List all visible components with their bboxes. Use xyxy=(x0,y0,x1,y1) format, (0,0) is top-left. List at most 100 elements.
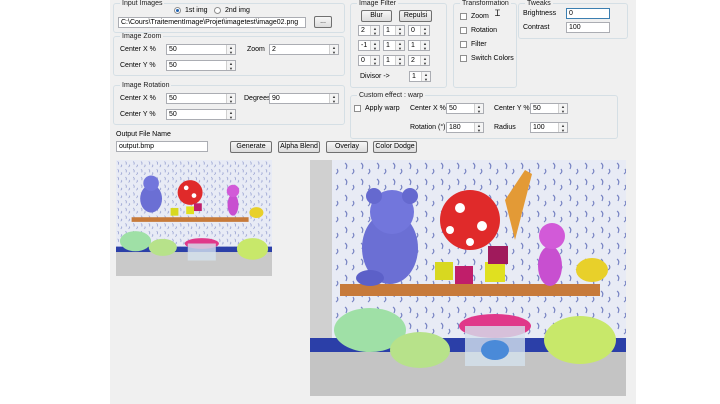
warp-center-y-stepper[interactable]: 50 ▲ ▼ xyxy=(530,103,568,114)
warp-rotation-label: Rotation (°) xyxy=(410,124,446,131)
warp-radius-value: 100 xyxy=(533,124,545,131)
rotation-center-y-stepper[interactable]: 50 ▲ ▼ xyxy=(166,109,236,120)
degrees-label: Degrees xyxy=(244,95,271,102)
rotation-center-x-stepper[interactable]: 50 ▲ ▼ xyxy=(166,93,236,104)
filter-matrix-value: 2 xyxy=(411,57,415,64)
mouse-cursor-icon: Ɪ xyxy=(495,8,501,18)
warp-center-y-spin-icon[interactable]: ▲ ▼ xyxy=(558,104,567,113)
filter-matrix-value: -1 xyxy=(361,42,368,49)
zoom-spin-icon[interactable]: ▲ ▼ xyxy=(329,45,338,54)
matrix-spin-icon[interactable]: ▲ ▼ xyxy=(370,41,379,50)
filter-matrix-value: 2 xyxy=(361,27,365,34)
brightness-label: Brightness xyxy=(523,10,557,17)
zoom-center-y-spin-icon[interactable]: ▲ ▼ xyxy=(226,61,235,70)
switch-colors-checkbox[interactable] xyxy=(460,55,467,62)
rotation-center-x-label: Center X % xyxy=(120,95,156,102)
alpha-blend-button[interactable]: Alpha Blend xyxy=(278,141,320,153)
output-image-preview xyxy=(310,160,626,396)
divisor-label: Divisor -> xyxy=(360,73,390,80)
tweaks-title: Tweaks xyxy=(525,0,553,7)
brightness-field[interactable]: 0 xyxy=(566,8,610,19)
filter-matrix-value: 0 xyxy=(411,27,415,34)
filter-checkbox-label: Filter xyxy=(471,41,487,48)
warp-group: Custom effect : warp xyxy=(350,92,618,139)
matrix-spin-icon[interactable]: ▲ ▼ xyxy=(370,56,379,65)
warp-radius-stepper[interactable]: 100 ▲ ▼ xyxy=(530,122,568,133)
toys-scene-image xyxy=(116,160,272,276)
warp-center-x-spin-icon[interactable]: ▲ ▼ xyxy=(474,104,483,113)
first-image-radio[interactable] xyxy=(174,7,181,14)
main-window: Input Images 1st img 2nd img C:\Cours\Tr… xyxy=(110,0,636,404)
zoom-checkbox[interactable] xyxy=(460,13,467,20)
divisor-value: 1 xyxy=(412,73,416,80)
transformation-title: Transformation xyxy=(460,0,511,7)
warp-rotation-stepper[interactable]: 180 ▲ ▼ xyxy=(446,122,484,133)
color-dodge-button[interactable]: Color Dodge xyxy=(373,141,417,153)
blur-button[interactable]: Blur xyxy=(361,10,392,22)
degrees-stepper[interactable]: 90 ▲ ▼ xyxy=(269,93,339,104)
filter-matrix-value: 1 xyxy=(386,27,390,34)
warp-radius-label: Radius xyxy=(494,124,516,131)
warp-rotation-spin-icon[interactable]: ▲ ▼ xyxy=(474,123,483,132)
divisor-spin-icon[interactable]: ▲ ▼ xyxy=(421,72,430,81)
filter-matrix-cell[interactable]: 0 ▲ ▼ xyxy=(408,25,430,36)
rotation-checkbox[interactable] xyxy=(460,27,467,34)
matrix-spin-icon[interactable]: ▲ ▼ xyxy=(420,41,429,50)
apply-warp-checkbox[interactable] xyxy=(354,105,361,112)
generate-button[interactable]: Generate xyxy=(230,141,272,153)
filter-matrix-cell[interactable]: 0 ▲ ▼ xyxy=(358,55,380,66)
warp-radius-spin-icon[interactable]: ▲ ▼ xyxy=(558,123,567,132)
degrees-value: 90 xyxy=(272,95,280,102)
overlay-button[interactable]: Overlay xyxy=(326,141,368,153)
zoom-center-x-stepper[interactable]: 50 ▲ ▼ xyxy=(166,44,236,55)
zoom-stepper[interactable]: 2 ▲ ▼ xyxy=(269,44,339,55)
matrix-spin-icon[interactable]: ▲ ▼ xyxy=(395,26,404,35)
filter-matrix-cell[interactable]: 1 ▲ ▼ xyxy=(383,25,405,36)
warp-center-x-stepper[interactable]: 50 ▲ ▼ xyxy=(446,103,484,114)
zoom-label: Zoom xyxy=(247,46,265,53)
rotation-center-y-label: Center Y % xyxy=(120,111,156,118)
filter-matrix-cell[interactable]: 1 ▲ ▼ xyxy=(383,40,405,51)
zoom-value: 2 xyxy=(272,46,276,53)
output-filename-field[interactable]: output.bmp xyxy=(116,141,208,152)
filter-matrix-cell[interactable]: 1 ▲ ▼ xyxy=(408,40,430,51)
matrix-spin-icon[interactable]: ▲ ▼ xyxy=(420,56,429,65)
input-images-title: Input Images xyxy=(120,0,165,7)
input-image-preview xyxy=(116,160,272,276)
zoom-checkbox-label: Zoom xyxy=(471,13,489,20)
filter-matrix-cell[interactable]: 2 ▲ ▼ xyxy=(408,55,430,66)
browse-button[interactable]: ... xyxy=(314,16,332,28)
matrix-spin-icon[interactable]: ▲ ▼ xyxy=(395,56,404,65)
filter-checkbox[interactable] xyxy=(460,41,467,48)
matrix-spin-icon[interactable]: ▲ ▼ xyxy=(370,26,379,35)
image-path-field[interactable]: C:\Cours\TraitementImage\Projet\imagetes… xyxy=(118,17,306,28)
filter-matrix-value: 1 xyxy=(386,42,390,49)
filter-matrix-cell[interactable]: 1 ▲ ▼ xyxy=(383,55,405,66)
filter-matrix-cell[interactable]: 2 ▲ ▼ xyxy=(358,25,380,36)
rotation-center-y-spin-icon[interactable]: ▲ ▼ xyxy=(226,110,235,119)
contrast-field[interactable]: 100 xyxy=(566,22,610,33)
second-image-label: 2nd img xyxy=(225,7,250,14)
zoom-center-y-label: Center Y % xyxy=(120,62,156,69)
toys-scene-zoomed-image xyxy=(310,160,626,396)
matrix-spin-icon[interactable]: ▲ ▼ xyxy=(420,26,429,35)
warp-title: Custom effect : warp xyxy=(357,92,426,99)
first-image-label: 1st img xyxy=(185,7,208,14)
filter-matrix-value: 0 xyxy=(361,57,365,64)
divisor-stepper[interactable]: 1 ▲ ▼ xyxy=(409,71,431,82)
output-file-label: Output File Name xyxy=(116,131,171,138)
rotation-center-x-spin-icon[interactable]: ▲ ▼ xyxy=(226,94,235,103)
rotation-center-y-value: 50 xyxy=(169,111,177,118)
repulsi-button[interactable]: Repulsi xyxy=(399,10,432,22)
contrast-label: Contrast xyxy=(523,24,550,31)
rotation-center-x-value: 50 xyxy=(169,95,177,102)
second-image-radio[interactable] xyxy=(214,7,221,14)
degrees-spin-icon[interactable]: ▲ ▼ xyxy=(329,94,338,103)
image-filter-title: Image Filter xyxy=(357,0,398,7)
filter-matrix-cell[interactable]: -1 ▲ ▼ xyxy=(358,40,380,51)
matrix-spin-icon[interactable]: ▲ ▼ xyxy=(395,41,404,50)
zoom-center-x-label: Center X % xyxy=(120,46,156,53)
zoom-center-y-stepper[interactable]: 50 ▲ ▼ xyxy=(166,60,236,71)
warp-center-y-label: Center Y % xyxy=(494,105,530,112)
zoom-center-x-spin-icon[interactable]: ▲ ▼ xyxy=(226,45,235,54)
